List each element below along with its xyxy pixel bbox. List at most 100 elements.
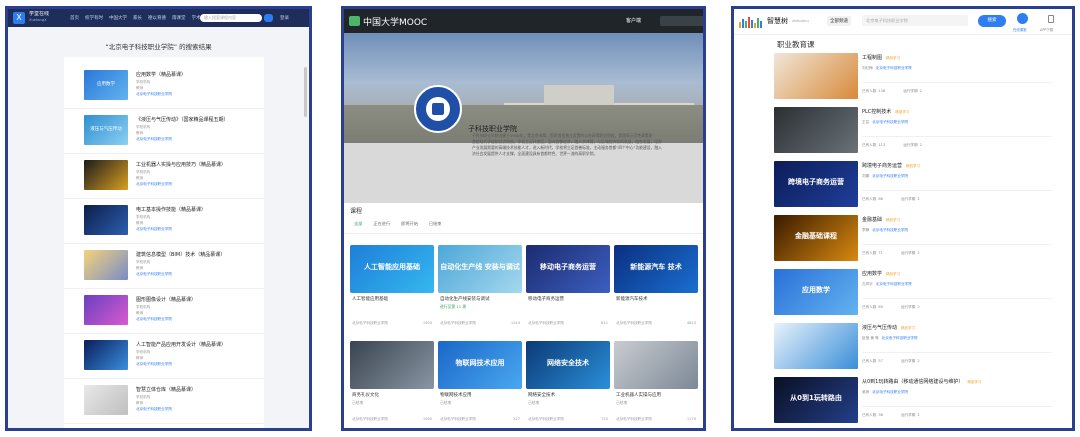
online-class-label[interactable]: 在线课堂	[1013, 27, 1027, 32]
search-input[interactable]	[660, 16, 703, 26]
nav-item[interactable]: 中国大学	[109, 15, 127, 21]
course-title[interactable]: PLC控制技术 精品学习	[862, 108, 909, 115]
school-link[interactable]: 北京电子科技职业学院	[136, 182, 172, 186]
course-cover[interactable]: 移动电子商务运营	[526, 245, 610, 293]
result-row[interactable]: 应用数学 应用数学（精品慕课） 学校机构 教师 北京电子科技职业学院	[64, 65, 264, 109]
course-title[interactable]: 金融基础 精品学习	[862, 216, 900, 223]
result-row[interactable]: 液压与气压传动 《液压与气压传动》（国家精品课程五期） 学校机构 教师 北京电子科技职业…	[64, 110, 264, 154]
tab-3[interactable]: 已结束	[429, 221, 442, 227]
course-row[interactable]: 液压与气压传动 精品学习 赵莹 黄 等北京电子科技职业学院 已有人数 57 运行学期 2	[774, 323, 1054, 375]
course-card[interactable]: 自动化生产线 安装与调试 自动化生产线安装与调试 进行至第 11 周北京电子科技职业…	[438, 245, 522, 337]
search-button[interactable]: 搜索	[978, 15, 1006, 27]
course-cover[interactable]	[614, 341, 698, 389]
xuetangx-logo-icon[interactable]: X	[13, 12, 25, 24]
course-thumbnail[interactable]: 应用数学	[774, 269, 858, 315]
zhihuishu-logo-icon[interactable]	[739, 16, 765, 28]
course-card[interactable]: 网络安全技术 网络安全技术 已结束 北京电子科技职业学院 720	[526, 341, 610, 428]
course-title[interactable]: 网络安全技术	[528, 392, 555, 398]
search-button[interactable]	[264, 14, 273, 22]
course-school[interactable]: 北京电子科技职业学院	[616, 321, 652, 325]
course-thumbnail[interactable]	[84, 385, 128, 415]
course-title[interactable]: 工程制图 精品学习	[862, 54, 900, 61]
course-title[interactable]: 移动电子商务运营	[528, 296, 564, 302]
course-title[interactable]: 人工智能应用基础	[352, 296, 388, 302]
school-link[interactable]: 北京电子科技职业学院	[136, 362, 172, 366]
course-row[interactable]: 金融基础课程 金融基础 精品学习 李静 北京电子科技职业学院 已有人数 71 运行学期 2	[774, 215, 1054, 267]
online-class-icon[interactable]	[1017, 13, 1028, 24]
school-link[interactable]: 北京电子科技职业学院	[136, 272, 172, 276]
phone-icon[interactable]	[1048, 15, 1054, 23]
school-link[interactable]: 北京电子科技职业学院	[136, 137, 172, 141]
course-cover[interactable]: 物联网技术应用	[438, 341, 522, 389]
course-cover[interactable]: 新能源汽车 技术	[614, 245, 698, 293]
course-title[interactable]: 图形图像设计（精品慕课）	[136, 296, 196, 303]
school-link[interactable]: 北京电子科技职业学院	[872, 390, 908, 394]
course-title[interactable]: 商务礼仪文化	[352, 392, 379, 398]
course-thumbnail[interactable]	[774, 53, 858, 99]
school-link[interactable]: 北京电子科技职业学院	[882, 336, 918, 340]
result-row[interactable]: 建筑信息模型（BIM）技术（精品慕课） 学校机构 教师 北京电子科技职业学院	[64, 245, 264, 289]
course-name[interactable]: 从0到1玩转路由（移动通信网络建设与维护）	[862, 379, 963, 385]
school-link[interactable]: 北京电子科技职业学院	[136, 92, 172, 96]
course-title[interactable]: 从0到1玩转路由（移动通信网络建设与维护） 精品学习	[862, 378, 981, 385]
course-school[interactable]: 北京电子科技职业学院	[352, 321, 388, 325]
school-link[interactable]: 北京电子科技职业学院	[876, 66, 912, 70]
course-card[interactable]: 移动电子商务运营 移动电子商务运营 北京电子科技职业学院 811	[526, 245, 610, 337]
channel-select[interactable]: 全部频道	[827, 16, 851, 26]
course-thumbnail[interactable]: 从0到1玩转路由	[774, 377, 858, 423]
search-input[interactable]: 北京电子科技职业学院	[862, 15, 968, 26]
course-school[interactable]: 北京电子科技职业学院	[528, 321, 564, 325]
course-thumbnail[interactable]: 液压与气压传动	[84, 115, 128, 145]
course-cover[interactable]: 自动化生产线 安装与调试	[438, 245, 522, 293]
course-row[interactable]: 跨境电子商务运营 跨境电子商务运营 精品学习 刘娜 北京电子科技职业学院 已有人数 86 运行…	[774, 161, 1054, 213]
brand-name[interactable]: 智慧树	[767, 16, 788, 26]
course-card[interactable]: 工业机器人实操与应用 已结束 北京电子科技职业学院 1179	[614, 341, 698, 428]
course-thumbnail[interactable]	[84, 340, 128, 370]
nav-item[interactable]: 家长	[133, 15, 142, 21]
course-school[interactable]: 北京电子科技职业学院	[440, 321, 476, 325]
course-card[interactable]: 人工智能应用基础 人工智能应用基础 北京电子科技职业学院 1993	[350, 245, 434, 337]
course-title[interactable]: 新能源汽车技术	[616, 296, 648, 302]
tab-2[interactable]: 即将开始	[401, 221, 418, 227]
course-thumbnail[interactable]	[84, 250, 128, 280]
course-cover[interactable]: 人工智能应用基础	[350, 245, 434, 293]
course-title[interactable]: 人工智能产品应用开发设计（精品慕课）	[136, 341, 226, 348]
school-link[interactable]: 北京电子科技职业学院	[872, 174, 908, 178]
result-row[interactable]: 智慧立体仓库（精品慕课） 学校机构 教师 北京电子科技职业学院	[64, 380, 264, 424]
tab-0[interactable]: 全部	[354, 221, 362, 227]
login-link[interactable]: 登录	[280, 15, 289, 21]
brand-name[interactable]: 中国大学MOOC	[363, 15, 427, 28]
school-link[interactable]: 北京电子科技职业学院	[876, 282, 912, 286]
school-link[interactable]: 北京电子科技职业学院	[136, 407, 172, 411]
course-row[interactable]: PLC控制技术 精品学习 王芸 北京电子科技职业学院 已有人数 113 运行学期 2	[774, 107, 1054, 159]
course-title[interactable]: 工业机器人实操与应用技巧（精品慕课）	[136, 161, 226, 168]
course-thumbnail[interactable]: 应用数学	[84, 70, 128, 100]
course-title[interactable]: 《液压与气压传动》（国家精品课程五期）	[136, 116, 229, 123]
search-input[interactable]: 输入搜索课程内容	[200, 14, 262, 22]
school-link[interactable]: 北京电子科技职业学院	[872, 228, 908, 232]
course-name[interactable]: PLC控制技术	[862, 109, 891, 115]
result-row[interactable]: 人工智能产品应用开发设计（精品慕课） 学校机构 教师 北京电子科技职业学院	[64, 335, 264, 379]
course-school[interactable]: 北京电子科技职业学院	[616, 417, 652, 421]
course-row[interactable]: 工程制图 精品学习 刘红梅 北京电子科技职业学院 已有人数 136 运行学期 2	[774, 53, 1054, 105]
course-title[interactable]: 自动化生产线安装与调试	[440, 296, 490, 302]
course-thumbnail[interactable]	[84, 160, 128, 190]
course-thumbnail[interactable]	[84, 205, 128, 235]
app-download-label[interactable]: APP下载	[1040, 27, 1053, 32]
nav-item[interactable]: 德以育德	[148, 15, 166, 21]
course-title[interactable]: 物联网技术应用	[440, 392, 472, 398]
school-link[interactable]: 北京电子科技职业学院	[872, 120, 908, 124]
course-row[interactable]: 从0到1玩转路由 从0到1玩转路由（移动通信网络建设与维护） 精品学习 吴琼 北京电子科…	[774, 377, 1054, 428]
course-thumbnail[interactable]	[774, 323, 858, 369]
course-title[interactable]: 智慧立体仓库（精品慕课）	[136, 386, 196, 393]
course-thumbnail[interactable]: 金融基础课程	[774, 215, 858, 261]
course-card[interactable]: 新能源汽车 技术 新能源汽车技术 北京电子科技职业学院 4823	[614, 245, 698, 337]
nav-item[interactable]: 首页	[70, 15, 79, 21]
course-title[interactable]: 应用数学 精品学习	[862, 270, 900, 277]
course-name[interactable]: 工程制图	[862, 55, 882, 61]
mooc-logo-icon[interactable]	[349, 16, 360, 26]
scrollbar[interactable]	[304, 67, 307, 117]
tab-1[interactable]: 正在进行	[373, 221, 390, 227]
course-name[interactable]: 跨境电子商务运营	[862, 163, 902, 169]
nav-item[interactable]: 校学有时	[85, 15, 103, 21]
